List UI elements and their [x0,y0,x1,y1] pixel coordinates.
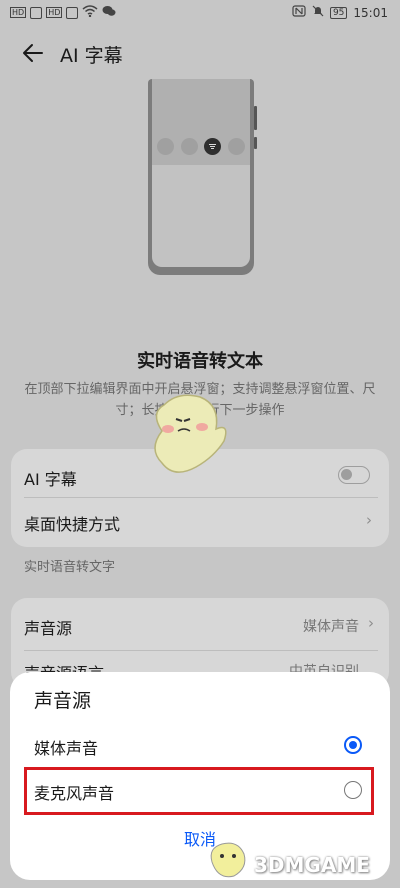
phone-side-button-2 [254,137,257,149]
quick-toggle-dot [181,138,198,155]
nfc-icon [292,5,306,20]
ai-subtitle-toggle[interactable] [338,466,370,484]
battery-icon: 95 [329,6,348,19]
wechat-icon [102,5,116,20]
watermark-mascot-icon [210,842,246,878]
signal-icon [30,6,43,19]
arrow-left-icon [23,44,43,62]
hd-badge: HD [10,7,27,18]
page-title: AI 字幕 [60,45,123,67]
back-button[interactable] [20,40,46,66]
divider [24,650,378,651]
status-left: HD HD [10,5,116,20]
signal-icon-2 [66,6,79,19]
sound-source-label: 声音源 [24,619,73,638]
status-time: 15:01 [353,5,388,20]
quick-toggle-dot [157,138,174,155]
cancel-button[interactable]: 取消 [0,826,400,850]
mascot-sticker-icon [154,394,227,473]
quick-toggle-dot [228,138,245,155]
hd-badge-2: HD [46,7,63,18]
dialog-title: 声音源 [34,690,92,712]
phone-side-button [254,106,257,130]
watermark-text: 3DMGAME [254,853,370,877]
intro-title: 实时语音转文本 [137,351,263,372]
toggle-knob [341,469,352,480]
option-label: 媒体声音 [34,739,99,758]
status-bar: HD HD 95 15:01 [0,0,400,28]
ai-subtitle-label: AI 字幕 [24,470,77,489]
section-header: 实时语音转文字 [24,560,116,575]
desktop-shortcut-label: 桌面快捷方式 [24,515,121,534]
subtitle-toggle-icon [204,138,221,155]
status-right: 95 15:01 [292,5,388,20]
highlight-box [24,767,374,815]
mute-icon [312,5,324,20]
chevron-right-icon: › [368,614,374,632]
chevron-right-icon: › [366,511,372,529]
radio-button-selected[interactable] [344,736,362,754]
sound-source-value: 媒体声音 [303,619,359,635]
wifi-icon [82,5,98,20]
